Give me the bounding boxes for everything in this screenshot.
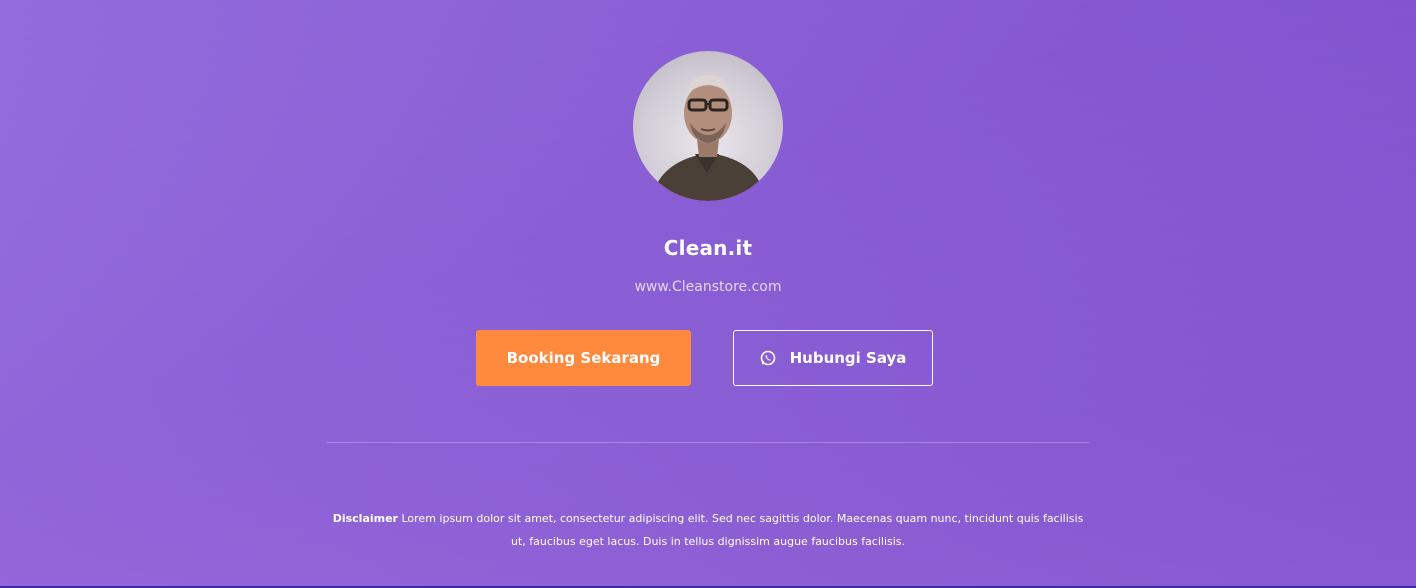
whatsapp-icon xyxy=(760,350,776,366)
profile-website[interactable]: www.Cleanstore.com xyxy=(0,279,1416,295)
profile-photo xyxy=(651,75,765,201)
disclaimer-title: Disclaimer xyxy=(332,512,398,525)
disclaimer-text: Lorem ipsum dolor sit amet, consectetur … xyxy=(401,512,1084,548)
contact-button-label: Hubungi Saya xyxy=(789,349,907,367)
contact-button[interactable]: Hubungi Saya xyxy=(733,330,933,386)
avatar xyxy=(633,51,783,201)
booking-button-label: Booking Sekarang xyxy=(506,349,661,367)
disclaimer: Disclaimer Lorem ipsum dolor sit amet, c… xyxy=(330,507,1086,553)
section-divider xyxy=(327,442,1089,443)
profile-name: Clean.it xyxy=(663,236,753,260)
booking-button[interactable]: Booking Sekarang xyxy=(476,330,691,386)
